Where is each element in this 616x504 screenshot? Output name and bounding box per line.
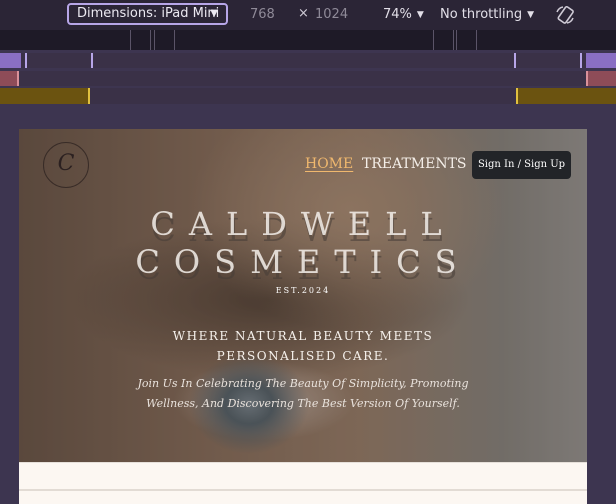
- site-logo[interactable]: C: [43, 142, 89, 188]
- mq-marker: [514, 53, 516, 68]
- ruler-tick: [453, 30, 454, 50]
- rotate-icon[interactable]: [554, 4, 576, 26]
- divider: [19, 489, 587, 491]
- dimensions-label: Dimensions: iPad Mini: [77, 6, 220, 21]
- chevron-down-icon: ▼: [210, 8, 218, 19]
- tagline: WHERE NATURAL BEAUTY MEETS PERSONALISED …: [19, 326, 587, 366]
- media-query-bar-min[interactable]: [0, 88, 616, 104]
- subtitle-line1: Join Us In Celebrating The Beauty Of Sim…: [137, 377, 469, 390]
- tagline-line1: WHERE NATURAL BEAUTY MEETS: [172, 329, 434, 343]
- ruler-tick: [456, 30, 457, 50]
- mq-segment[interactable]: [0, 71, 17, 86]
- mq-marker: [17, 71, 19, 86]
- mq-marker: [25, 53, 27, 68]
- mq-segment[interactable]: [588, 71, 616, 86]
- mq-marker: [91, 53, 93, 68]
- throttling-label: No throttling: [440, 7, 523, 22]
- mq-segment[interactable]: [0, 53, 21, 68]
- ruler-tick: [150, 30, 151, 50]
- ruler-tick: [174, 30, 175, 50]
- tagline-line2: PERSONALISED CARE.: [216, 349, 390, 363]
- width-input[interactable]: 768: [250, 7, 275, 22]
- ruler-tick: [130, 30, 131, 50]
- content-section: [19, 462, 587, 504]
- ruler-tick: [433, 30, 434, 50]
- device-toolbar: Dimensions: iPad Mini ▼ 768 × 1024 74% ▼ …: [0, 0, 616, 30]
- mq-marker: [580, 53, 582, 68]
- height-input[interactable]: 1024: [315, 7, 348, 22]
- mq-segment[interactable]: [586, 53, 616, 68]
- zoom-select[interactable]: 74% ▼: [383, 7, 424, 22]
- mq-marker: [88, 88, 90, 104]
- est-label: EST.2024: [275, 286, 331, 295]
- ruler-tick: [476, 30, 477, 50]
- times-icon: ×: [298, 6, 309, 21]
- mq-segment[interactable]: [0, 88, 88, 104]
- nav-home-link[interactable]: HOME: [305, 156, 353, 172]
- signin-button[interactable]: Sign In / Sign Up: [472, 151, 571, 179]
- media-query-bar-minmax[interactable]: [0, 71, 616, 86]
- ruler: [0, 30, 616, 50]
- brand-title-line2: COSMETICS: [135, 243, 471, 281]
- throttling-select[interactable]: No throttling ▼: [440, 7, 534, 22]
- nav-treatments-link[interactable]: TREATMENTS: [362, 156, 467, 172]
- dimensions-select[interactable]: Dimensions: iPad Mini ▼: [67, 3, 228, 25]
- media-query-bar-max[interactable]: [0, 53, 616, 68]
- logo-text: C: [57, 151, 75, 176]
- brand-title-line1: CALDWELL: [150, 205, 456, 243]
- subtitle-line2: Wellness, And Discovering The Best Versi…: [146, 397, 460, 410]
- chevron-down-icon: ▼: [527, 10, 534, 20]
- ruler-tick: [154, 30, 155, 50]
- device-viewport: C HOME TREATMENTS Sign In / Sign Up CALD…: [19, 129, 587, 504]
- zoom-label: 74%: [383, 7, 412, 22]
- chevron-down-icon: ▼: [416, 10, 424, 20]
- mq-segment[interactable]: [518, 88, 616, 104]
- hero-subtitle: Join Us In Celebrating The Beauty Of Sim…: [113, 374, 493, 414]
